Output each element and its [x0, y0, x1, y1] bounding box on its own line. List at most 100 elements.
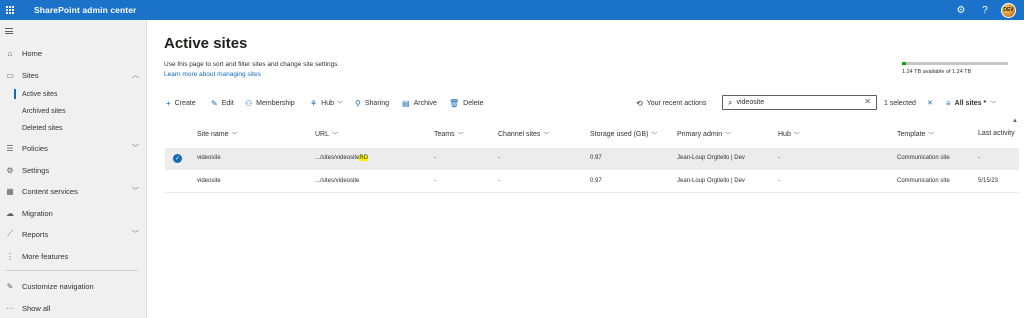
hamburger-menu-icon[interactable] [5, 28, 13, 34]
create-label: Create [174, 99, 196, 107]
cell-site-name[interactable]: videosite [197, 155, 221, 161]
nav-item-label: More features [22, 251, 69, 261]
search-value[interactable]: videosite [736, 99, 764, 106]
membership-label: Membership [256, 99, 295, 107]
nav-item-label: Sites [22, 70, 39, 80]
cell-primary-admin: Jean-Loup Orgitello | Dev [677, 155, 745, 161]
column-label: Storage used (GB) [590, 131, 649, 138]
chevron-down-icon: ﹀ [337, 101, 344, 108]
close-icon[interactable]: ✕ [864, 97, 871, 106]
home-icon: ⌂ [7, 48, 13, 58]
column-header-url[interactable]: URL ﹀ [315, 130, 338, 139]
sites-icon: ▭ [6, 70, 14, 80]
nav-item-more-features[interactable]: ⋮ More features [0, 248, 147, 264]
search-icon: ⌕ [728, 97, 733, 107]
nav-item-label: Migration [22, 208, 53, 218]
hub-button[interactable]: ⚘ Hub ﹀ [310, 96, 343, 110]
gear-icon[interactable]: ⚙ [949, 0, 973, 20]
column-header-primary-admin[interactable]: Primary admin ﹀ [677, 130, 731, 139]
sharing-button[interactable]: ⚲ Sharing [355, 96, 389, 110]
cell-template: Communication site [897, 155, 950, 161]
column-header-template[interactable]: Template ﹀ [897, 130, 934, 139]
chevron-down-icon: ﹀ [651, 133, 658, 139]
column-label: Teams [434, 131, 455, 138]
nav-item-label: Policies [22, 143, 48, 153]
storage-text: 1.24 TB available of 1.24 TB [902, 69, 972, 75]
chevron-down-icon: ﹀ [793, 133, 800, 139]
app-title[interactable]: SharePoint admin center [34, 5, 136, 15]
selected-label: 1 selected [884, 99, 916, 107]
more-vertical-icon: ⋮ [6, 251, 14, 261]
clear-selection-icon[interactable]: ✕ [927, 96, 933, 110]
archive-icon: ▤ [402, 98, 410, 108]
pencil-icon: ✎ [6, 281, 14, 291]
nav-item-migration[interactable]: ☁ Migration [0, 205, 147, 221]
hub-label: Hub [321, 99, 335, 107]
nav-item-settings[interactable]: ⚙ Settings [0, 162, 147, 178]
sharing-label: Sharing [364, 99, 389, 107]
nav-item-policies[interactable]: ☰ Policies ﹀ [0, 140, 147, 156]
column-header-last-activity[interactable]: Last activity [978, 130, 1015, 137]
nav-item-sites[interactable]: ▭ Sites ︿ [0, 67, 147, 83]
create-button[interactable]: + Create [166, 96, 196, 110]
cell-storage: 0.97 [590, 155, 602, 161]
history-icon: ⟲ [636, 98, 643, 108]
cell-storage: 0.97 [590, 178, 602, 184]
column-header-storage[interactable]: Storage used (GB) ﹀ [590, 130, 657, 139]
app-launcher-icon[interactable] [0, 0, 20, 20]
column-header-hub[interactable]: Hub ﹀ [778, 130, 800, 139]
view-selector[interactable]: ≡ All sites * ﹀ [946, 96, 996, 110]
left-navigation: ⌂ Home ▭ Sites ︿ Active sites Archived s… [0, 20, 147, 318]
nav-item-customize-navigation[interactable]: ✎ Customize navigation [0, 278, 147, 294]
column-label: Site name [197, 131, 229, 138]
edit-button[interactable]: ✎ Edit [211, 96, 234, 110]
help-icon[interactable]: ? [973, 0, 997, 20]
column-label: Hub [778, 131, 791, 138]
archive-button[interactable]: ▤ Archive [402, 96, 437, 110]
chevron-down-icon: ﹀ [457, 133, 464, 139]
storage-bar [902, 62, 1008, 65]
cell-channel-sites: - [498, 155, 500, 161]
cell-teams: - [434, 155, 436, 161]
cell-last-activity: - [978, 155, 980, 161]
nav-item-show-all[interactable]: ··· Show all [0, 300, 147, 316]
cell-url: .../sites/videositeRD [315, 155, 369, 161]
hub-icon: ⚘ [310, 98, 318, 108]
nav-item-deleted-sites[interactable]: Deleted sites [22, 122, 62, 135]
cell-channel-sites: - [498, 178, 500, 184]
more-horizontal-icon: ··· [6, 303, 14, 313]
checkmark-icon[interactable]: ✓ [173, 154, 182, 163]
cell-site-name[interactable]: videosite [197, 178, 221, 184]
column-header-teams[interactable]: Teams ﹀ [434, 130, 464, 139]
table-row[interactable]: ✓ videosite .../sites/videositeRD - - 0.… [165, 148, 1019, 170]
nav-item-label: Content services [22, 186, 78, 196]
nav-item-content-services[interactable]: ▦ Content services ﹀ [0, 183, 147, 199]
membership-button[interactable]: ⚇ Membership [245, 96, 295, 110]
chevron-down-icon: ﹀ [928, 133, 935, 139]
recent-actions-label: Your recent actions [646, 99, 707, 107]
column-header-site-name[interactable]: Site name ﹀ [197, 130, 238, 139]
cell-hub: - [778, 155, 780, 161]
nav-item-home[interactable]: ⌂ Home [0, 45, 147, 61]
storage-indicator: 1.24 TB available of 1.24 TB [902, 62, 1010, 75]
edit-label: Edit [221, 99, 234, 107]
learn-more-link[interactable]: Learn more about managing sites [164, 71, 261, 78]
recent-actions-button[interactable]: ⟲ Your recent actions [636, 96, 706, 110]
gear-icon: ⚙ [6, 165, 14, 175]
cell-teams: - [434, 178, 436, 184]
nav-item-active-sites[interactable]: Active sites [13, 88, 57, 101]
nav-item-label: Show all [22, 303, 51, 313]
chevron-down-icon: ﹀ [132, 231, 139, 238]
table-row[interactable]: videosite .../sites/videosite - - 0.97 J… [165, 171, 1019, 193]
chevron-down-icon: ﹀ [725, 133, 732, 139]
trash-icon: 🗑 [449, 98, 460, 108]
column-header-channel-sites[interactable]: Channel sites ﹀ [498, 130, 549, 139]
view-label: All sites * [954, 99, 987, 107]
avatar[interactable]: DEV [1001, 2, 1016, 18]
nav-item-archived-sites[interactable]: Archived sites [22, 105, 66, 118]
nav-item-reports[interactable]: ⟋ Reports ﹀ [0, 226, 147, 242]
search-input[interactable]: ⌕ videosite ✕ [722, 95, 877, 110]
delete-button[interactable]: 🗑 Delete [449, 96, 483, 110]
suite-bar: SharePoint admin center ⚙ ? DEV [0, 0, 1024, 20]
url-highlight: RD [359, 155, 369, 161]
